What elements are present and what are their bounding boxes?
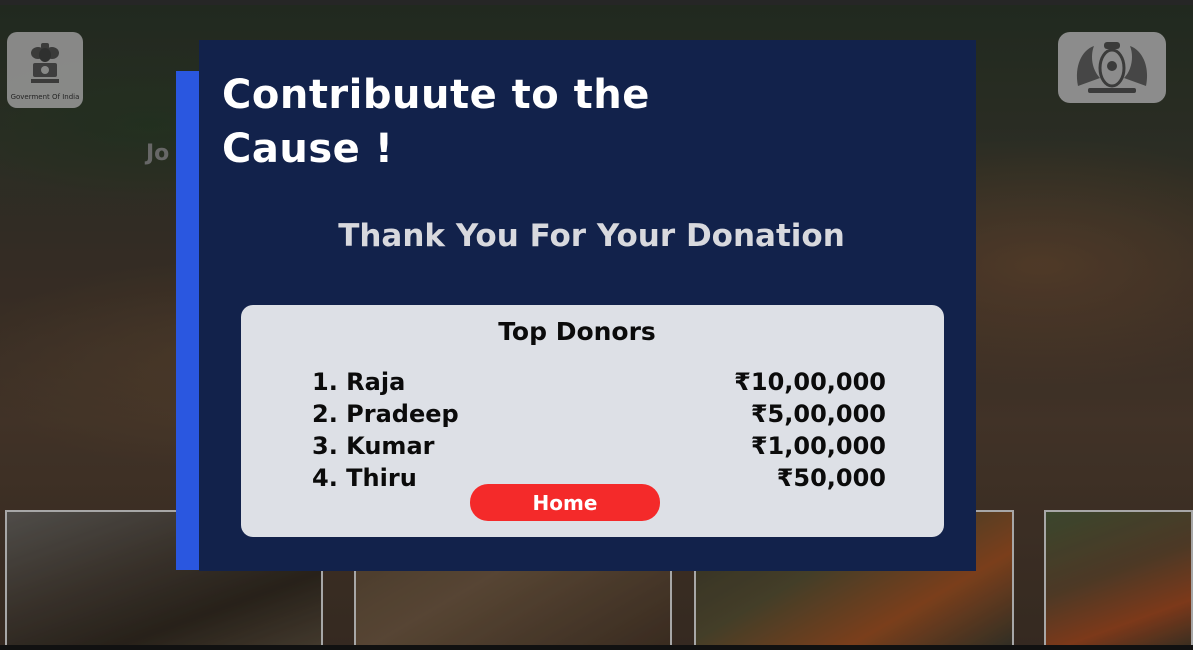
donor-row: 3. Kumar ₹1,00,000 [312,430,886,462]
state-emblem-logo [1058,32,1166,103]
home-button[interactable]: Home [470,484,660,521]
background-heading-fragment: Jo [146,141,170,166]
top-donors-heading: Top Donors [498,317,656,346]
modal-title-line-2: Cause ! [222,126,394,172]
donor-amount: ₹50,000 [776,464,886,492]
rescue-photo-thumbnail [1044,510,1193,645]
top-donors-card: Top Donors 1. Raja ₹10,00,000 2. Pradeep… [241,305,944,537]
donor-row: 1. Raja ₹10,00,000 [312,366,886,398]
donor-name: 2. Pradeep [312,400,459,428]
donor-row: 2. Pradeep ₹5,00,000 [312,398,886,430]
thank-you-message: Thank You For Your Donation [338,218,845,254]
government-of-india-logo: Goverment Of India [7,32,83,108]
emblem-caption: Goverment Of India [10,93,80,101]
donor-amount: ₹1,00,000 [750,432,886,460]
donor-amount: ₹5,00,000 [750,400,886,428]
modal-title: Contribuute to the Cause ! [222,68,742,176]
modal-title-line-1: Contribuute to the [222,72,650,118]
donor-name: 3. Kumar [312,432,435,460]
national-emblem-icon [31,43,59,83]
modal-accent-bar [176,71,200,570]
donation-modal: Contribuute to the Cause ! Thank You For… [199,40,976,571]
donor-amount: ₹10,00,000 [734,368,886,396]
bottom-band [0,645,1193,650]
donor-name: 4. Thiru [312,464,417,492]
state-emblem-icon [1076,41,1148,93]
donor-name: 1. Raja [312,368,406,396]
